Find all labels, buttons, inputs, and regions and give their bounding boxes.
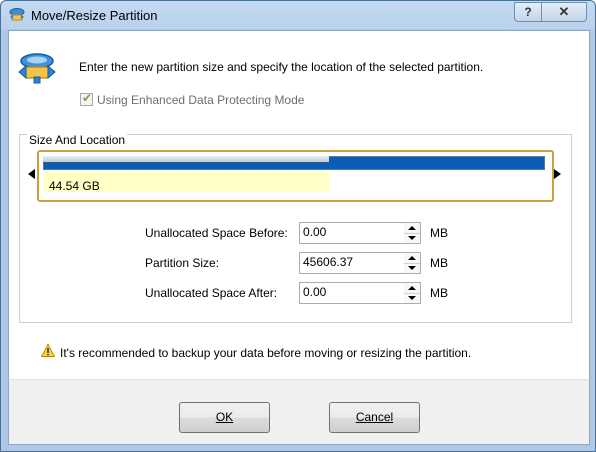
spin-down-button[interactable] [404, 293, 420, 303]
arrow-down-icon [408, 236, 416, 240]
close-button[interactable]: ✕ [541, 2, 587, 22]
dialog-footer: OK Cancel [8, 379, 590, 445]
title-bar[interactable]: Move/Resize Partition ? ✕ [1, 1, 595, 29]
dialog-description: Enter the new partition size and specify… [79, 60, 484, 74]
data-protecting-checkbox[interactable]: ✔ [80, 91, 93, 106]
help-button[interactable]: ? [514, 2, 542, 22]
arrow-down-icon [408, 296, 416, 300]
unallocated-after-label: Unallocated Space After: [145, 286, 278, 300]
arrow-up-icon [408, 256, 416, 260]
ok-button-label: OK [215, 410, 234, 424]
warning-icon [41, 344, 55, 357]
unallocated-before-field[interactable] [299, 222, 406, 244]
dialog-body: Enter the new partition size and specify… [8, 30, 590, 380]
right-handle-arrow-icon[interactable] [554, 169, 561, 179]
backup-warning-text: It's recommended to backup your data bef… [60, 346, 472, 360]
unallocated-after-unit: MB [430, 286, 448, 300]
partition-size-field[interactable] [299, 252, 406, 274]
partition-size-input[interactable] [300, 253, 399, 271]
dialog-window: Move/Resize Partition ? ✕ Enter the new … [0, 0, 596, 452]
unallocated-before-spinner[interactable] [404, 222, 421, 244]
left-handle-arrow-icon[interactable] [28, 169, 35, 179]
cancel-button[interactable]: Cancel [329, 402, 420, 433]
check-mark-icon: ✔ [82, 91, 93, 105]
arrow-up-icon [408, 286, 416, 290]
unallocated-before-input[interactable] [300, 223, 399, 241]
window-title: Move/Resize Partition [31, 8, 158, 23]
unallocated-before-label: Unallocated Space Before: [145, 226, 288, 240]
partition-size-label: 44.54 GB [49, 179, 100, 193]
spin-down-button[interactable] [404, 263, 420, 273]
move-resize-icon [18, 53, 56, 84]
cancel-button-label: Cancel [355, 410, 394, 424]
partition-size-spinner[interactable] [404, 252, 421, 274]
partition-bar[interactable]: 44.54 GB [37, 150, 554, 202]
arrow-down-icon [408, 266, 416, 270]
unallocated-after-field[interactable] [299, 282, 406, 304]
spin-down-button[interactable] [404, 233, 420, 243]
unallocated-before-unit: MB [430, 226, 448, 240]
ok-button[interactable]: OK [179, 402, 270, 433]
size-location-title: Size And Location [27, 133, 128, 147]
unallocated-after-input[interactable] [300, 283, 399, 301]
unallocated-after-spinner[interactable] [404, 282, 421, 304]
partition-used-indicator [43, 156, 329, 163]
partition-size-unit: MB [430, 256, 448, 270]
data-protecting-label: Using Enhanced Data Protecting Mode [97, 93, 305, 107]
partition-size-field-label: Partition Size: [145, 256, 220, 270]
partition-app-icon [9, 8, 25, 21]
arrow-up-icon [408, 226, 416, 230]
partition-free-area[interactable] [329, 172, 543, 192]
